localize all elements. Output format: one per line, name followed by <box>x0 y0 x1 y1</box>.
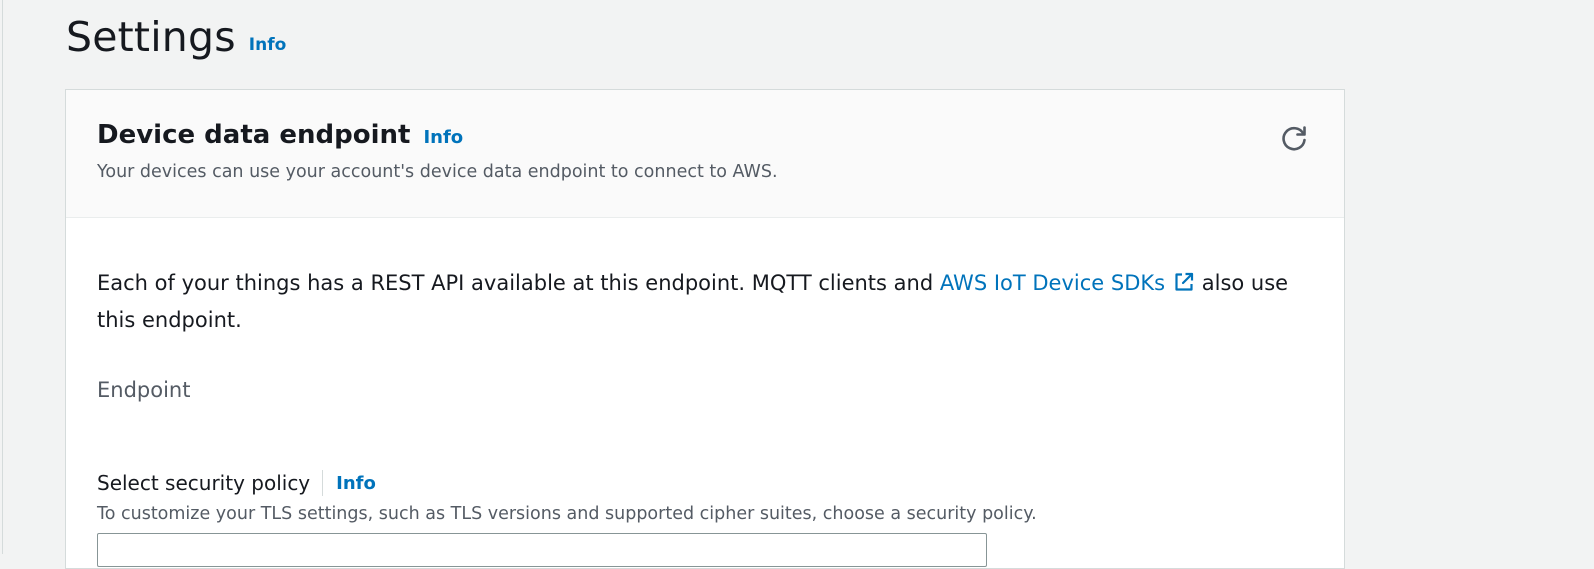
panel-title: Device data endpoint <box>97 120 411 150</box>
refresh-icon <box>1282 126 1306 151</box>
page-info-link[interactable]: Info <box>249 35 287 55</box>
device-data-endpoint-panel: Device data endpoint Info Your devices c… <box>65 89 1345 569</box>
page-title: Settings <box>66 13 236 61</box>
security-policy-label: Select security policy <box>97 471 311 495</box>
external-link-icon <box>1173 269 1195 303</box>
endpoint-explanation: Each of your things has a REST API avail… <box>97 266 1317 337</box>
left-border <box>2 0 3 554</box>
page-header: Settings Info <box>66 0 286 58</box>
security-policy-description: To customize your TLS settings, such as … <box>97 504 1037 524</box>
sdk-link-label: AWS IoT Device SDKs <box>939 271 1166 295</box>
panel-header: Device data endpoint Info Your devices c… <box>66 90 1344 218</box>
refresh-button[interactable] <box>1278 122 1310 154</box>
panel-description: Your devices can use your account's devi… <box>97 162 778 182</box>
security-policy-select[interactable] <box>97 533 987 567</box>
label-divider <box>322 470 324 496</box>
panel-title-row: Device data endpoint Info <box>97 120 463 150</box>
endpoint-label: Endpoint <box>97 378 191 402</box>
aws-iot-device-sdks-link[interactable]: AWS IoT Device SDKs <box>940 271 1195 295</box>
explanation-text-start: Each of your things has a REST API avail… <box>97 271 940 295</box>
security-policy-label-row: Select security policy Info <box>97 470 376 496</box>
panel-info-link[interactable]: Info <box>423 127 463 148</box>
security-policy-info-link[interactable]: Info <box>336 473 376 494</box>
